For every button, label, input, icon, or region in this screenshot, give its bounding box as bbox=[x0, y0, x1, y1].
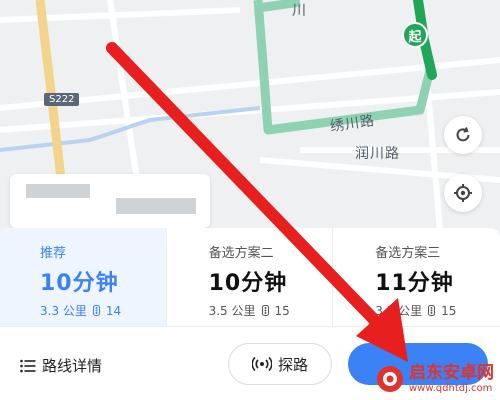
list-icon bbox=[20, 359, 36, 372]
watermark-title: 启东安卓网 bbox=[409, 363, 494, 384]
route-time: 10分钟 bbox=[208, 271, 288, 296]
refresh-button[interactable] bbox=[444, 116, 482, 154]
poi-card[interactable] bbox=[10, 174, 210, 228]
start-marker[interactable]: 起 bbox=[402, 22, 428, 48]
route-name: 推荐 bbox=[40, 246, 67, 261]
traffic-light-icon bbox=[428, 305, 436, 316]
route-options: 推荐 10分钟 3.3 公里 14 备选方案二 10分钟 3.5 公里 15 备… bbox=[0, 228, 500, 326]
locate-button[interactable] bbox=[444, 174, 482, 212]
watermark-logo-icon bbox=[377, 366, 403, 392]
highway-badge: S222 bbox=[44, 93, 80, 106]
route-lights: 15 bbox=[274, 303, 290, 318]
refresh-icon bbox=[456, 127, 470, 142]
route-detail-button[interactable]: 路线详情 bbox=[20, 355, 102, 376]
traffic-light-icon bbox=[92, 305, 100, 316]
watermark-url: www.qdhtdj.com bbox=[409, 382, 493, 394]
blurred-text bbox=[116, 198, 196, 214]
route-time: 10分钟 bbox=[40, 271, 119, 296]
watermark: 启东安卓网 www.qdhtdj.com bbox=[375, 364, 494, 394]
route-lights: 14 bbox=[105, 303, 122, 318]
blurred-text bbox=[26, 184, 90, 198]
route-name: 备选方案三 bbox=[375, 246, 441, 261]
route-distance: 3.5 公里 bbox=[208, 304, 256, 318]
broadcast-icon bbox=[251, 356, 272, 372]
route-distance: 3.3 公里 bbox=[40, 304, 87, 318]
route-detail-label: 路线详情 bbox=[42, 357, 103, 375]
road-label-runchuan: 润川路 bbox=[355, 146, 400, 162]
route-time: 11分钟 bbox=[375, 271, 454, 296]
traffic-light-icon bbox=[261, 305, 269, 316]
route-lights: 15 bbox=[441, 303, 457, 318]
route-name: 备选方案二 bbox=[208, 246, 274, 261]
explore-route-button[interactable]: 探路 bbox=[228, 343, 332, 385]
route-distance: 3.5 公里 bbox=[375, 304, 423, 318]
route-option-recommended[interactable]: 推荐 10分钟 3.3 公里 14 bbox=[0, 228, 167, 326]
route-option-2[interactable]: 备选方案二 10分钟 3.5 公里 15 bbox=[167, 228, 334, 326]
route-option-3[interactable]: 备选方案三 11分钟 3.5 公里 15 bbox=[333, 228, 500, 326]
road-label-chuan: 川 bbox=[292, 3, 307, 19]
explore-route-label: 探路 bbox=[277, 355, 308, 374]
locate-icon bbox=[454, 184, 472, 202]
